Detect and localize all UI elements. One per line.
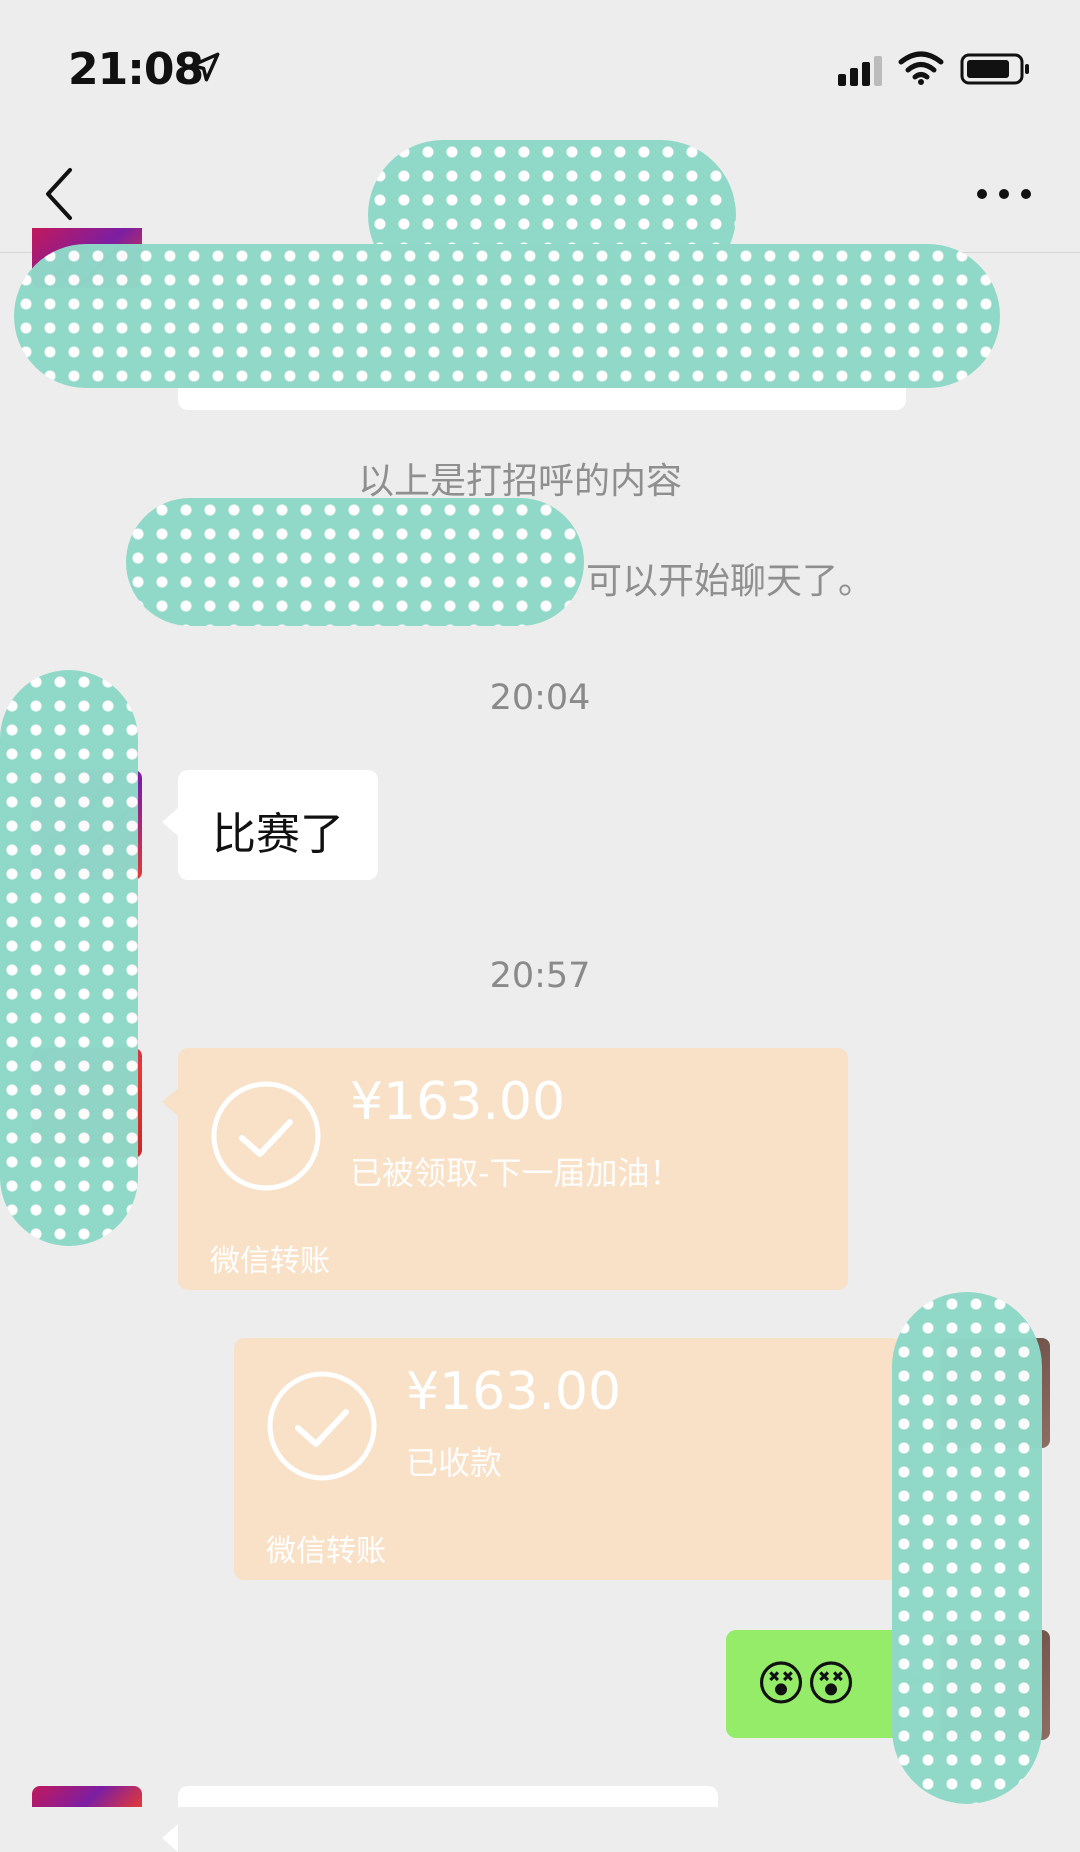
check-circle-icon (267, 1371, 377, 1481)
redaction-overlay (126, 498, 584, 626)
emoji-message: 😵😵 (756, 1656, 857, 1712)
back-button[interactable] (34, 164, 86, 224)
transfer-amount: ¥163.00 (406, 1362, 622, 1422)
transfer-label: 微信转账 (210, 1244, 330, 1279)
location-arrow-icon (190, 52, 220, 82)
redaction-overlay (14, 244, 1000, 388)
timestamp: 20:04 (489, 678, 591, 718)
redaction-overlay (0, 670, 138, 1246)
start-chat-notice: 可以开始聊天了。 (586, 561, 875, 602)
transfer-card-incoming[interactable]: ¥163.00 已被领取-下一届加油！ 微信转账 (162, 1048, 848, 1290)
transfer-status: 已收款 (406, 1444, 503, 1482)
check-circle-icon (211, 1081, 321, 1191)
transfer-status: 已被领取-下一届加油！ (350, 1154, 682, 1192)
avatar[interactable] (32, 1786, 142, 1807)
message-bubble-partial[interactable] (162, 1786, 718, 1852)
transfer-amount: ¥163.00 (350, 1072, 566, 1132)
message-bubble-incoming[interactable]: 比赛了 (162, 770, 378, 880)
more-dots-icon[interactable] (972, 174, 1036, 214)
message-text: 比赛了 (212, 809, 344, 860)
wifi-icon (898, 51, 944, 85)
battery-icon (960, 53, 1029, 85)
transfer-card-outgoing[interactable]: ¥163.00 已收款 微信转账 (234, 1338, 918, 1580)
message-bubble-outgoing[interactable]: 😵😵 (726, 1630, 918, 1738)
transfer-label: 微信转账 (266, 1534, 386, 1569)
timestamp: 20:57 (489, 956, 591, 996)
greeting-notice: 以上是打招呼的内容 (357, 461, 682, 502)
signal-icon (838, 56, 882, 86)
status-time: 21:08 (68, 44, 204, 95)
redaction-overlay (892, 1292, 1042, 1804)
